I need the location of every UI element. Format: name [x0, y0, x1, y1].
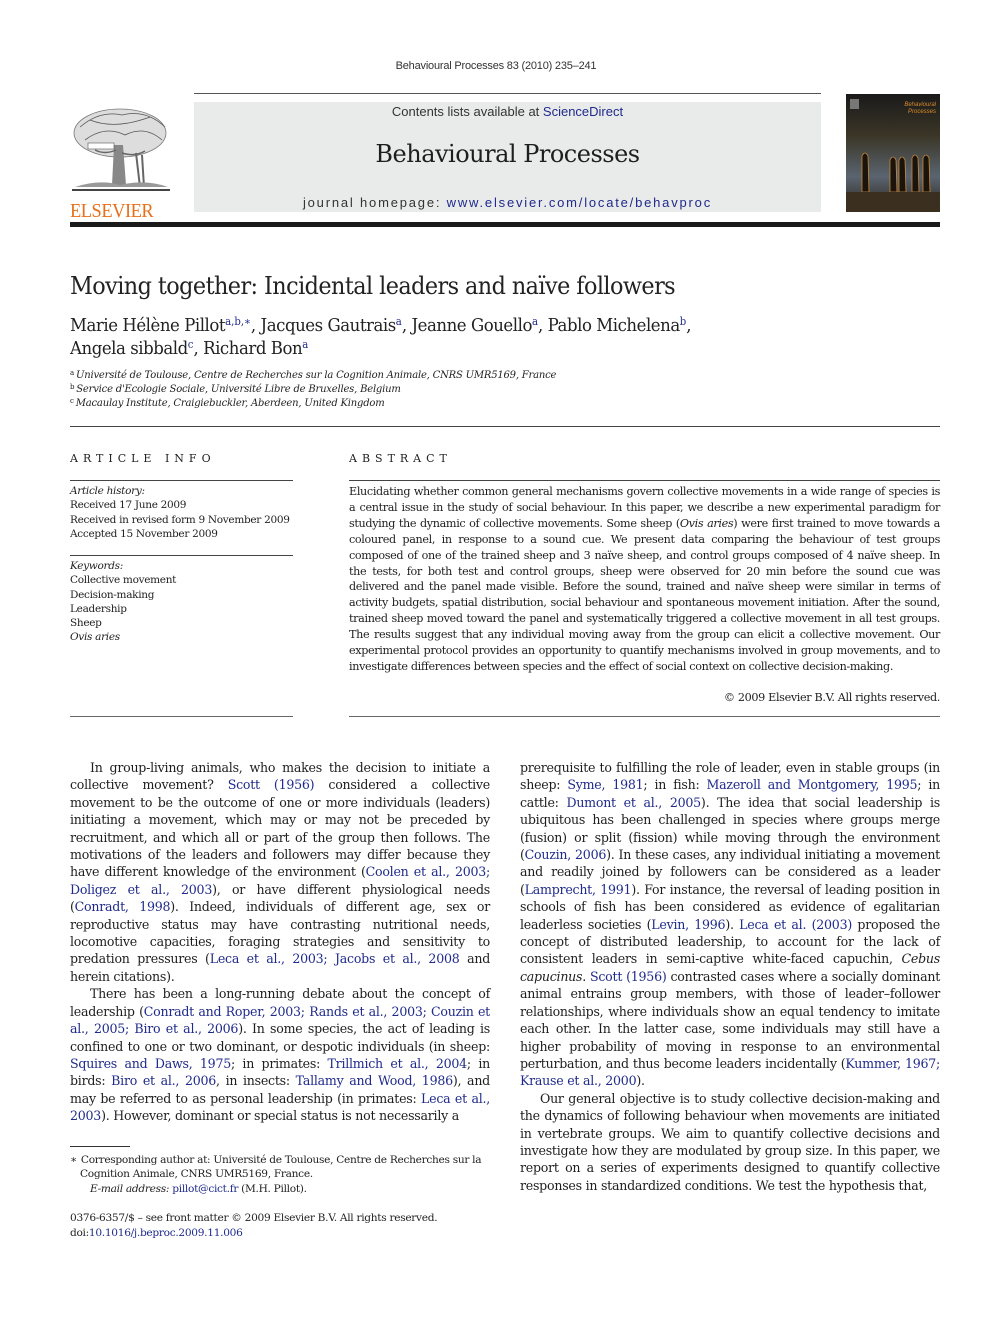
- running-header: Behavioural Processes 83 (2010) 235–241: [395, 60, 597, 72]
- article-history: Article history: Received 17 June 2009 R…: [70, 484, 290, 541]
- history-item: Accepted 15 November 2009: [70, 527, 218, 540]
- doi-link[interactable]: 10.1016/j.beproc.2009.11.006: [89, 1227, 243, 1239]
- citation-link[interactable]: Coolen et al., 2003; Doligez et al., 200…: [70, 864, 490, 896]
- citation-link[interactable]: Couzin, 2006: [525, 847, 607, 862]
- email-label: E-mail address:: [90, 1182, 170, 1195]
- italic-term: Cebus capucinus: [520, 951, 940, 984]
- author[interactable]: Pablo Michelenab: [548, 315, 687, 336]
- abstract-rule: [349, 480, 940, 481]
- citation-link[interactable]: Conradt and Roper, 2003; Rands et al., 2…: [70, 1004, 490, 1036]
- citation-link[interactable]: Kummer, 1967; Krause et al., 2000: [520, 1056, 940, 1088]
- author[interactable]: Angela sibbaldc: [70, 338, 193, 359]
- citation-link[interactable]: Mazeroll and Montgomery, 1995: [707, 777, 918, 792]
- keyword: Ovis aries: [70, 631, 120, 644]
- history-item: Received 17 June 2009: [70, 499, 187, 512]
- sciencedirect-link[interactable]: ScienceDirect: [543, 104, 623, 119]
- imprint: 0376-6357/$ – see front matter © 2009 El…: [70, 1212, 438, 1239]
- author[interactable]: Jeanne Gouelloa: [411, 315, 538, 336]
- journal-title: Behavioural Processes: [375, 140, 640, 168]
- citation-link[interactable]: Leca et al., 2003: [70, 1091, 490, 1123]
- citation-link[interactable]: Trillmich et al., 2004: [328, 1056, 468, 1071]
- author-email-link[interactable]: pillot@cict.fr: [172, 1183, 238, 1195]
- citation-link[interactable]: Conradt, 1998: [75, 899, 171, 914]
- author-list: Marie Hélène Pillota,b,∗, Jacques Gautra…: [70, 315, 692, 359]
- corresponding-author-footnote: ∗ Corresponding author at: Université de …: [70, 1154, 482, 1195]
- abstract-rule: [349, 716, 940, 717]
- keyword: Leadership: [70, 602, 127, 615]
- body-paragraph: There has been a long-running debate abo…: [70, 986, 490, 1124]
- citation-link[interactable]: Scott (1956): [590, 969, 667, 984]
- keywords: Keywords: Collective movement Decision-m…: [70, 559, 176, 645]
- body-paragraph: prerequisite to fulfilling the role of l…: [520, 760, 941, 1089]
- elsevier-wordmark: ELSEVIER: [70, 200, 154, 222]
- article-info-rule: [70, 480, 293, 481]
- citation-link[interactable]: Squires and Daws, 1975: [70, 1056, 231, 1071]
- title-divider: [70, 426, 940, 427]
- homepage-prefix: journal homepage:: [302, 195, 447, 210]
- affiliation: a Université de Toulouse, Centre de Reche…: [70, 369, 557, 382]
- author[interactable]: Marie Hélène Pillota,b,∗: [70, 315, 251, 336]
- article-info-heading: ARTICLE INFO: [70, 452, 216, 465]
- abstract-copyright: © 2009 Elsevier B.V. All rights reserved…: [723, 691, 941, 704]
- body-column-left: In group-living animals, who makes the d…: [70, 759, 490, 1125]
- keywords-label: Keywords:: [70, 560, 123, 572]
- citation-link[interactable]: Leca et al., 2003; Jacobs et al., 2008: [210, 951, 460, 966]
- contents-line: Contents lists available at ScienceDirec…: [194, 104, 821, 119]
- header-rule: [194, 93, 821, 94]
- affiliations: a Université de Toulouse, Centre de Reche…: [70, 369, 556, 411]
- article-info-rule: [70, 555, 293, 556]
- citation-link[interactable]: Lamprecht, 1991: [525, 882, 632, 897]
- author[interactable]: Jacques Gautraisa: [261, 315, 402, 336]
- affiliation: b Service d'Ecologie Sociale, Université …: [70, 383, 401, 396]
- article-info-rule: [70, 716, 293, 717]
- masthead-divider: [70, 222, 940, 227]
- affiliation: c Macaulay Institute, Craigiebuckler, Abe…: [70, 397, 385, 410]
- citation-link[interactable]: Dumont et al., 2005: [566, 795, 701, 810]
- abstract-text: Elucidating whether common general mecha…: [349, 485, 941, 673]
- keyword: Decision-making: [70, 588, 155, 601]
- cover-journal-title: Behavioural Processes: [904, 102, 936, 115]
- journal-masthead: Contents lists available at ScienceDirec…: [194, 102, 821, 212]
- citation-link[interactable]: Biro et al., 2006: [111, 1073, 216, 1088]
- article-title: Moving together: Incidental leaders and …: [70, 272, 676, 300]
- body-paragraph: Our general objective is to study collec…: [520, 1090, 940, 1193]
- citation-link[interactable]: Syme, 1981: [567, 777, 643, 792]
- body-column-right: prerequisite to fulfilling the role of l…: [520, 759, 940, 1194]
- journal-homepage-line: journal homepage: www.elsevier.com/locat…: [194, 195, 821, 210]
- citation-link[interactable]: Leca et al. (2003): [739, 917, 852, 932]
- author[interactable]: Richard Bona: [203, 338, 308, 359]
- keyword: Sheep: [70, 617, 102, 630]
- elsevier-logo[interactable]: ELSEVIER: [70, 105, 172, 221]
- body-paragraph: In group-living animals, who makes the d…: [70, 760, 490, 984]
- footnote-rule: [70, 1146, 130, 1147]
- history-item: Received in revised form 9 November 2009: [70, 513, 290, 526]
- contents-prefix: Contents lists available at: [391, 104, 543, 119]
- abstract-heading: ABSTRACT: [349, 452, 452, 465]
- front-matter-line: 0376-6357/$ – see front matter © 2009 El…: [70, 1212, 438, 1224]
- elsevier-tree-icon: [72, 108, 170, 191]
- citation-link[interactable]: Levin, 1996: [651, 917, 725, 932]
- article-history-label: Article history:: [70, 485, 145, 497]
- footnote-marker: ∗: [70, 1154, 77, 1166]
- journal-cover-image[interactable]: Behavioural Processes: [846, 94, 940, 212]
- keyword: Collective movement: [70, 574, 177, 587]
- citation-link[interactable]: Tallamy and Wood, 1986: [296, 1073, 453, 1088]
- journal-homepage-link[interactable]: www.elsevier.com/locate/behavproc: [447, 195, 712, 210]
- citation-link[interactable]: Scott (1956): [228, 777, 315, 792]
